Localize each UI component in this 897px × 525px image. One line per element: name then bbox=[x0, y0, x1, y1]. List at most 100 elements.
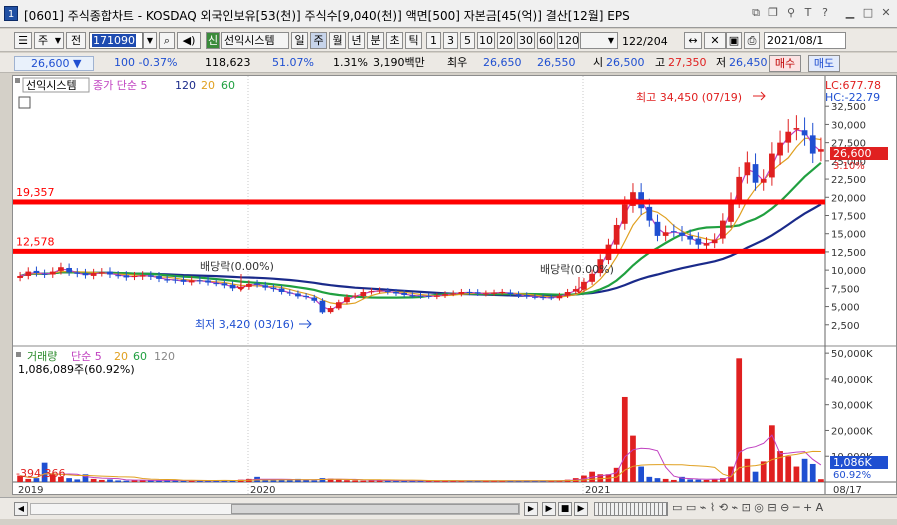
stock-tag: 선익시스템 bbox=[26, 79, 77, 92]
window-title: [0601] 주식종합차트 - KOSDAQ 외국인보유[53(천)] 주식수[… bbox=[24, 9, 630, 23]
chart-tool-icons[interactable]: ▭ ▭ ⌁ ⌇ ⟲ ⌁ ⊡ ◎ ⊟ ⊖ ─ + A bbox=[672, 501, 823, 514]
candle-body bbox=[736, 176, 743, 201]
best-quote-label: 최우 bbox=[447, 56, 468, 69]
chart-menu-icon[interactable]: ☰ bbox=[14, 32, 32, 49]
candle-body bbox=[760, 179, 767, 183]
minimize-icon[interactable]: ▁ bbox=[843, 6, 857, 20]
candle-body bbox=[270, 287, 277, 290]
step-button[interactable]: ▶ bbox=[574, 502, 588, 516]
period-button-0[interactable]: 일 bbox=[291, 32, 308, 49]
date-input[interactable]: 2021/08/1 bbox=[764, 32, 846, 49]
price-tick-label: 30,000 bbox=[831, 120, 866, 131]
stock-code-input[interactable]: 171090 bbox=[89, 32, 143, 49]
close-icon[interactable]: ✕ bbox=[879, 6, 893, 20]
period-button-4[interactable]: 분 bbox=[367, 32, 384, 49]
price-tick-label: 22,500 bbox=[831, 175, 866, 186]
period-button-5[interactable]: 초 bbox=[386, 32, 403, 49]
search-icon[interactable]: ⌕ bbox=[159, 32, 175, 49]
candle-body bbox=[801, 130, 808, 136]
volume-tick-label: 40,000K bbox=[831, 375, 873, 386]
candle-body bbox=[556, 295, 563, 299]
candle-body bbox=[90, 273, 97, 276]
price-volume-chart[interactable]: 32,50030,00027,50025,00022,50020,00017,5… bbox=[13, 76, 896, 494]
period-select[interactable]: 주 ▼ bbox=[34, 32, 64, 49]
save-icon[interactable]: ▣ bbox=[726, 32, 742, 49]
grid-toggle-icon bbox=[18, 96, 31, 109]
help-icon[interactable]: ? bbox=[818, 6, 832, 20]
volume-legend-label: 거래량 bbox=[27, 350, 57, 363]
price-tick-label: 17,500 bbox=[831, 212, 866, 223]
dividend-label-2: 배당락(0.00%) bbox=[540, 263, 614, 276]
interval-dropdown[interactable]: ▼ bbox=[580, 32, 618, 49]
resize-icon[interactable]: ↔ bbox=[684, 32, 702, 49]
candle-body bbox=[679, 232, 685, 236]
volume-tag: 1,086K bbox=[833, 456, 872, 469]
zoom-tool-icon[interactable]: ✕ bbox=[704, 32, 726, 49]
interval-button-5[interactable]: 5 bbox=[460, 32, 475, 49]
volume-bar bbox=[107, 479, 113, 482]
volume-bar bbox=[66, 478, 72, 482]
print-icon[interactable]: ⎙ bbox=[744, 32, 760, 49]
interval-button-3[interactable]: 3 bbox=[443, 32, 458, 49]
stop-button[interactable]: ■ bbox=[558, 502, 572, 516]
period-button-1[interactable]: 주 bbox=[310, 32, 327, 49]
restore-icon[interactable]: ❐ bbox=[766, 6, 780, 20]
high-price: 27,350 bbox=[668, 56, 707, 69]
speed-slider[interactable] bbox=[594, 502, 668, 516]
candle-body bbox=[197, 280, 203, 282]
x-axis-label: 2019 bbox=[18, 485, 43, 494]
interval-button-20[interactable]: 20 bbox=[497, 32, 515, 49]
volume-bar bbox=[711, 479, 718, 482]
volume-ma-5-line bbox=[20, 434, 822, 482]
candle-body bbox=[695, 238, 702, 245]
volume-bar bbox=[801, 458, 808, 482]
code-dropdown-icon[interactable]: ▼ bbox=[143, 32, 157, 49]
candle-body bbox=[254, 283, 260, 285]
pin-icon[interactable]: ⚲ bbox=[784, 6, 798, 20]
interval-button-10[interactable]: 10 bbox=[477, 32, 495, 49]
horizontal-scrollbar[interactable] bbox=[30, 503, 520, 515]
volume-bar bbox=[123, 480, 130, 482]
candle-body bbox=[450, 293, 457, 295]
candle-body bbox=[115, 275, 122, 277]
period-button-6[interactable]: 틱 bbox=[405, 32, 422, 49]
candle-body bbox=[785, 131, 792, 143]
ma-legend-120: 120 bbox=[175, 79, 196, 92]
volume-legend-60: 60 bbox=[133, 350, 147, 363]
volume-bar bbox=[703, 479, 710, 482]
buy-button[interactable]: 매수 bbox=[769, 55, 801, 72]
maximize-icon[interactable]: □ bbox=[861, 6, 875, 20]
candle-body bbox=[474, 292, 481, 294]
candle-body bbox=[433, 295, 440, 297]
interval-button-1[interactable]: 1 bbox=[426, 32, 441, 49]
volume-bar bbox=[98, 479, 105, 482]
copy-icon[interactable]: ⧉ bbox=[749, 6, 763, 20]
high-label: 고 bbox=[655, 56, 666, 69]
interval-button-30[interactable]: 30 bbox=[517, 32, 535, 49]
current-price-tag: 26,600 bbox=[833, 147, 872, 160]
chart-area[interactable]: 32,500 30,000 27,500 25,000 22,500 20,000 17,5… bbox=[12, 75, 897, 495]
candle-body bbox=[311, 297, 318, 301]
play-button[interactable]: ▶ bbox=[542, 502, 556, 516]
volume-bar bbox=[654, 478, 661, 482]
min-price-label: 최저 3,420 (03/16) bbox=[195, 318, 294, 331]
sound-icon[interactable]: ◀) bbox=[177, 32, 201, 49]
stock-name-field[interactable]: 선익시스템 bbox=[221, 32, 289, 49]
candle-body bbox=[384, 291, 391, 293]
scroll-left-button[interactable]: ◀ bbox=[14, 502, 28, 516]
scroll-right-button[interactable]: ▶ bbox=[524, 502, 538, 516]
candle-body bbox=[286, 292, 293, 294]
prev-button[interactable]: 전 bbox=[66, 32, 86, 49]
scroll-thumb[interactable] bbox=[231, 504, 519, 514]
candle-body bbox=[581, 281, 587, 290]
x-axis-date-label: 08/17 bbox=[833, 485, 862, 494]
chart-toolbar: ☰ 주 ▼ 전 171090 ▼ ⌕ ◀) 신 선익시스템 ▼ 122/204 ↔… bbox=[0, 29, 897, 52]
period-button-3[interactable]: 년 bbox=[348, 32, 365, 49]
min-arrow-icon bbox=[299, 319, 312, 329]
candle-body bbox=[458, 292, 465, 294]
font-icon[interactable]: T bbox=[801, 6, 815, 20]
interval-button-60[interactable]: 60 bbox=[537, 32, 555, 49]
interval-button-120[interactable]: 120 bbox=[557, 32, 579, 49]
period-button-2[interactable]: 월 bbox=[329, 32, 346, 49]
sell-button[interactable]: 매도 bbox=[808, 55, 840, 72]
